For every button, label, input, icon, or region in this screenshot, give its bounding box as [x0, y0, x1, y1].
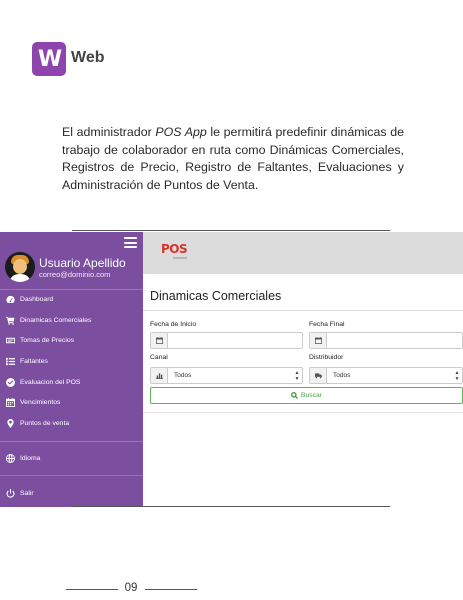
sidebar-item-label: Faltantes [20, 358, 48, 365]
canal-selected-value: Todos [174, 372, 192, 379]
canal-label: Canal [150, 354, 168, 361]
select-caret-icon: ▲ ▼ [454, 369, 460, 382]
price-tag-icon [6, 337, 15, 344]
calendar-icon [310, 333, 327, 348]
sidebar-item-label: Tomas de Precios [20, 337, 75, 344]
fecha-final-label: Fecha Final [309, 321, 345, 328]
sidebar-item-label: Dashboard [20, 296, 54, 303]
sidebar-item-label: Evaluacion del POS [20, 379, 81, 386]
pos-logo-tagline [173, 257, 187, 259]
calendar-icon [151, 333, 168, 348]
title-divider [143, 310, 463, 311]
fecha-final-value [327, 333, 462, 348]
search-icon [290, 392, 298, 399]
intro-app-name: POS App [155, 125, 207, 139]
user-name: Usuario Apellido [39, 256, 126, 270]
sidebar-divider [0, 475, 143, 476]
web-logo-letter: W [37, 46, 62, 72]
fecha-inicio-value [168, 333, 302, 348]
intro-text-start: El administrador [62, 125, 156, 139]
power-icon [6, 489, 15, 498]
sidebar-divider [0, 289, 143, 290]
globe-icon [6, 454, 15, 463]
screenshot-bottom-rule [72, 506, 390, 507]
distribuidor-label: Distribuidor [309, 354, 344, 361]
calendar-icon [6, 398, 15, 407]
sidebar: Usuario Apellido correo@dominio.com Dash… [0, 232, 143, 507]
search-button[interactable]: Buscar [150, 387, 463, 404]
sidebar-item-dashboard[interactable]: Dashboard [6, 295, 53, 304]
footer-left-rule [66, 589, 118, 590]
fecha-inicio-label: Fecha de Inicio [150, 321, 197, 328]
page-title: Dinamicas Comerciales [150, 289, 282, 303]
search-button-label: Buscar [300, 392, 323, 399]
web-logo-badge: W [32, 42, 66, 76]
cart-icon [6, 316, 15, 325]
sidebar-item-tomas-de-precios[interactable]: Tomas de Precios [6, 336, 74, 345]
map-marker-icon [7, 419, 14, 428]
distribuidor-select[interactable]: Todos ▲ ▼ [309, 367, 463, 384]
canal-select[interactable]: Todos ▲ ▼ [150, 367, 303, 384]
screenshot-top-rule [72, 230, 390, 231]
check-circle-icon [6, 378, 15, 387]
sidebar-item-label: Vencimientos [20, 399, 61, 406]
sidebar-divider [0, 441, 143, 442]
app-topbar: POS [143, 232, 463, 274]
select-caret-icon: ▲ ▼ [294, 369, 300, 382]
pos-logo[interactable]: POS [161, 242, 188, 256]
sidebar-item-salir[interactable]: Salir [6, 489, 34, 498]
user-email: correo@dominio.com [39, 270, 111, 279]
sidebar-item-label: Idioma [20, 455, 41, 462]
page-number: 09 [124, 582, 138, 594]
sidebar-item-label: Salir [20, 490, 34, 497]
sidebar-item-evaluacion-del-pos[interactable]: Evaluacion del POS [6, 378, 80, 387]
bar-chart-icon [151, 368, 168, 383]
sidebar-item-faltantes[interactable]: Faltantes [6, 357, 48, 366]
form-bottom-divider [143, 412, 463, 413]
sidebar-item-dinamicas-comerciales[interactable]: Dinamicas Comerciales [6, 316, 91, 325]
fecha-inicio-field[interactable] [150, 332, 303, 349]
fecha-final-field[interactable] [309, 332, 463, 349]
app-screenshot: Usuario Apellido correo@dominio.com Dash… [0, 232, 463, 507]
truck-icon [310, 368, 327, 383]
list-icon [6, 357, 15, 366]
hamburger-menu-icon[interactable] [124, 237, 137, 248]
intro-paragraph: El administrador POS App le permitirá pr… [62, 124, 404, 194]
distribuidor-selected-value: Todos [333, 372, 351, 379]
dashboard-icon [6, 295, 15, 303]
footer-right-rule [145, 589, 197, 590]
sidebar-item-puntos-de-venta[interactable]: Puntos de venta [6, 419, 69, 428]
sidebar-item-label: Puntos de venta [20, 420, 70, 427]
sidebar-item-idioma[interactable]: Idioma [6, 454, 40, 463]
section-label: Web [71, 49, 105, 66]
sidebar-item-vencimientos[interactable]: Vencimientos [6, 398, 60, 407]
avatar [5, 252, 35, 282]
sidebar-item-label: Dinamicas Comerciales [20, 317, 92, 324]
